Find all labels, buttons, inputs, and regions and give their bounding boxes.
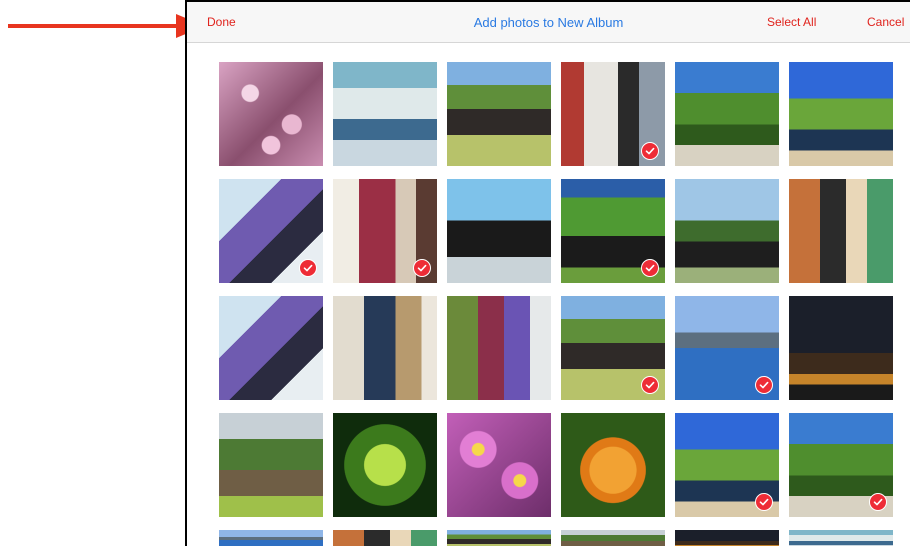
cancel-button[interactable]: Cancel (867, 15, 904, 29)
photo-hills-image (219, 413, 323, 517)
photo-dog-image (789, 62, 893, 166)
photo-picnic-image (447, 530, 551, 546)
photo-thumbnail[interactable] (219, 296, 323, 400)
photo-thumbnail[interactable] (789, 179, 893, 283)
photo-thumbnail[interactable] (447, 413, 551, 517)
photo-thumbnail[interactable] (333, 179, 437, 283)
checkmark-icon (299, 259, 317, 277)
photo-thumbnail[interactable] (675, 179, 779, 283)
photo-thumbnail[interactable] (219, 179, 323, 283)
photo-thumbnail[interactable] (561, 413, 665, 517)
photo-desk-image (789, 179, 893, 283)
photo-lily-image (561, 413, 665, 517)
photo-thumbnail[interactable] (333, 413, 437, 517)
photo-camera-image (447, 179, 551, 283)
photo-thumbnail[interactable] (333, 296, 437, 400)
photo-thumbnail[interactable] (675, 530, 779, 546)
photo-class-image (789, 530, 893, 546)
photo-thumbnail[interactable] (447, 296, 551, 400)
navigation-bar: Done Add photos to New Album Select All … (187, 2, 910, 43)
checkmark-icon (869, 493, 887, 511)
photo-thumbnail[interactable] (675, 296, 779, 400)
photo-thumbnail[interactable] (789, 62, 893, 166)
photo-thumbnail[interactable] (219, 530, 323, 546)
photo-thumbnail[interactable] (561, 179, 665, 283)
photo-thumbnail[interactable] (333, 530, 437, 546)
photo-thumbnail[interactable] (561, 296, 665, 400)
photo-thumbnail[interactable] (447, 530, 551, 546)
checkmark-icon (641, 142, 659, 160)
photo-blossom-image (219, 62, 323, 166)
photo-sunset-image (789, 296, 893, 400)
photo-portrait-image (333, 296, 437, 400)
checkmark-icon (641, 259, 659, 277)
photo-thumbnail[interactable] (447, 62, 551, 166)
photo-picnic-image (447, 62, 551, 166)
album-picker-screen: Done Add photos to New Album Select All … (185, 0, 910, 546)
checkmark-icon (641, 376, 659, 394)
photo-desk-image (333, 530, 437, 546)
photo-grid-partial-row (219, 530, 893, 546)
photo-thumbnail[interactable] (789, 530, 893, 546)
photo-thumbnail[interactable] (561, 530, 665, 546)
photo-thumbnail[interactable] (447, 179, 551, 283)
checkmark-icon (755, 376, 773, 394)
photo-thumbnail[interactable] (219, 413, 323, 517)
photo-thumbnail[interactable] (333, 62, 437, 166)
photo-thumbnail[interactable] (675, 413, 779, 517)
checkmark-icon (755, 493, 773, 511)
select-all-button[interactable]: Select All (767, 15, 816, 29)
photo-winter-image (219, 296, 323, 400)
photo-daisy-image (447, 413, 551, 517)
photo-thumbnail[interactable] (219, 62, 323, 166)
photo-thumbnail[interactable] (561, 62, 665, 166)
photo-thumbnail[interactable] (789, 413, 893, 517)
photo-grid (219, 62, 893, 517)
photo-hills-image (561, 530, 665, 546)
photo-lake-image (219, 530, 323, 546)
photo-thumbnail[interactable] (675, 62, 779, 166)
checkmark-icon (413, 259, 431, 277)
photo-class-image (333, 62, 437, 166)
photo-sunset-image (675, 530, 779, 546)
photo-fern-image (333, 413, 437, 517)
photo-field-image (675, 62, 779, 166)
photo-thumbnail[interactable] (789, 296, 893, 400)
photo-couple-image (447, 296, 551, 400)
photo-jump-image (675, 179, 779, 283)
